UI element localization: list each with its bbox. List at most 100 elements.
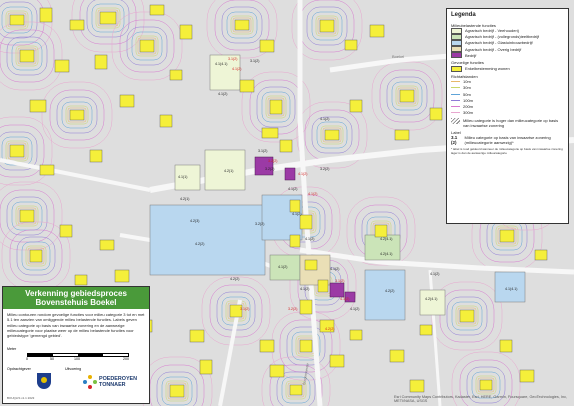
house-polygon <box>389 349 405 363</box>
house-polygon <box>189 329 205 343</box>
house-polygon <box>289 199 301 213</box>
house-polygon <box>19 49 35 63</box>
legend-item-label: Agrarisch bedrijf - (vollegronds)teeltbe… <box>465 34 540 40</box>
house-polygon <box>317 279 329 293</box>
legend: Legenda Milieubelastende functies Agrari… <box>446 8 569 224</box>
legend-label-explanation: Milieu categorie op basis van inwaartse … <box>464 134 551 145</box>
parcel-label-red: 3.2(2) <box>288 307 297 311</box>
house-polygon <box>159 114 173 128</box>
house-polygon <box>261 127 279 139</box>
legend-milieu-item: Bedrijf <box>451 52 564 59</box>
house-polygon <box>299 299 313 315</box>
house-polygon <box>269 364 285 378</box>
parcel-label: 4.1(2) <box>430 272 439 276</box>
parcel-label-red: 3.1(2) <box>240 307 249 311</box>
legend-item-label: 200m <box>463 103 474 109</box>
parcel-label: 4.1(2) <box>218 92 227 96</box>
house-polygon <box>69 19 85 31</box>
house-polygon <box>9 14 25 26</box>
house-polygon <box>369 24 385 38</box>
house-polygon <box>39 164 55 176</box>
company-name-line-2: TONNAER <box>99 382 126 388</box>
parcel-label: 4.2(2) <box>385 289 394 293</box>
legend-item-label: 30m <box>463 85 471 91</box>
map-credits: Esri Community Maps Contributors, Kadast… <box>394 395 568 403</box>
parcel-label: 4.1(2) <box>330 267 339 271</box>
veehouderij-parcel-4 <box>419 289 446 316</box>
house-polygon <box>149 4 165 16</box>
legend-item-label: Agrarisch bedrijf - Veehouderij <box>465 28 519 34</box>
legend-item-label: 10m <box>463 79 471 85</box>
parcel-label: 4.1(2) <box>350 307 359 311</box>
parcel-label-red: 4.1(2) <box>298 172 307 176</box>
house-polygon <box>299 214 313 230</box>
house-polygon <box>99 11 117 25</box>
legend-swatch <box>451 33 462 40</box>
house-polygon <box>329 354 345 368</box>
parcel-label: 4.1(2) <box>288 187 297 191</box>
boekel-crest-icon <box>37 373 51 389</box>
house-polygon <box>139 39 155 53</box>
company-name: POEDEROYEN TONNAER <box>99 376 137 388</box>
house-polygon <box>94 54 108 70</box>
house-polygon <box>179 24 193 40</box>
legend-hatch-label: Milieu categorie is hoger dan milieucate… <box>463 117 559 128</box>
parcel-label: 4.1(1) <box>178 175 187 179</box>
parcel-label: 4.1(2) <box>292 212 301 216</box>
legend-label-sample: 3.1 (2) <box>451 134 458 146</box>
legend-swatch <box>451 46 462 53</box>
house-polygon <box>304 259 318 271</box>
parcel-label: 3.2(2) <box>255 222 264 226</box>
parcel-label-red: 4.1(2) <box>308 192 317 196</box>
house-polygon <box>534 249 548 261</box>
house-polygon <box>69 109 85 121</box>
parcel-label-red: 3.2(2) <box>268 159 277 163</box>
parcel-label: 4.1(2) <box>305 237 314 241</box>
legend-item-label: Agrarisch bedrijf - Glastuinbouwbedrijf <box>465 40 533 46</box>
legend-line-swatch <box>451 81 460 83</box>
house-polygon <box>169 69 183 81</box>
legend-line-swatch <box>451 87 460 89</box>
bedrijf-parcel-2 <box>284 167 296 181</box>
parcel-label: 4.1(4.1) <box>215 62 227 66</box>
legend-line-swatch <box>451 93 460 95</box>
house-polygon <box>169 384 185 398</box>
executor-label: Uitvoering <box>65 367 82 371</box>
house-polygon <box>99 239 115 251</box>
legend-swatch <box>451 39 462 46</box>
parcel-label: 4.2(4.1) <box>380 237 392 241</box>
scale-bar: Meter 0 50 100 200 <box>7 347 145 363</box>
house-polygon <box>279 139 293 153</box>
glastuinbouw-parcel-south <box>364 269 406 321</box>
parcel-label: 4.2(2) <box>195 242 204 246</box>
house-polygon <box>394 129 410 141</box>
legend-item-label: 100m <box>463 97 474 103</box>
legend-item-hatch: Milieu categorie is hoger dan milieucate… <box>451 117 564 128</box>
house-polygon <box>399 89 415 103</box>
panel-title: Verkenning gebiedsproces Bovenstehuis Bo… <box>3 287 149 309</box>
house-polygon <box>289 384 303 396</box>
legend-title: Legenda <box>451 12 476 18</box>
legend-distance-list: 10m 30m 50m 100m 200m 300m <box>451 79 564 116</box>
parcel-label: 4.2(2) <box>230 277 239 281</box>
house-polygon <box>199 359 213 375</box>
panel-description: Milieu contouren rondom gevoelige functi… <box>7 312 145 339</box>
legend-swatch <box>451 27 462 34</box>
house-polygon <box>39 7 53 23</box>
glastuinbouw-parcel-west <box>149 204 266 276</box>
client-label: Opdrachtgever <box>7 367 31 371</box>
house-polygon <box>89 149 103 163</box>
house-polygon <box>259 339 275 353</box>
house-polygon <box>29 249 43 263</box>
parcel-label-red: 3.1(2) <box>335 279 344 283</box>
house-polygon <box>269 99 283 115</box>
legend-label-example: 3.1 (2) Milieu categorie op basis van in… <box>451 134 564 146</box>
house-polygon <box>459 309 475 323</box>
house-polygon <box>479 379 493 391</box>
scale-unit-label: Meter <box>7 347 17 351</box>
house-polygon <box>349 99 363 113</box>
scale-tick-200: 200 <box>123 357 129 361</box>
map-frame: 4.1(1) 4.2(1) 4.2(3) 3.1(2) 4.1(4.1) 4.1(2) 4.… <box>0 0 574 406</box>
house-polygon <box>324 129 340 141</box>
house-polygon <box>374 224 388 238</box>
